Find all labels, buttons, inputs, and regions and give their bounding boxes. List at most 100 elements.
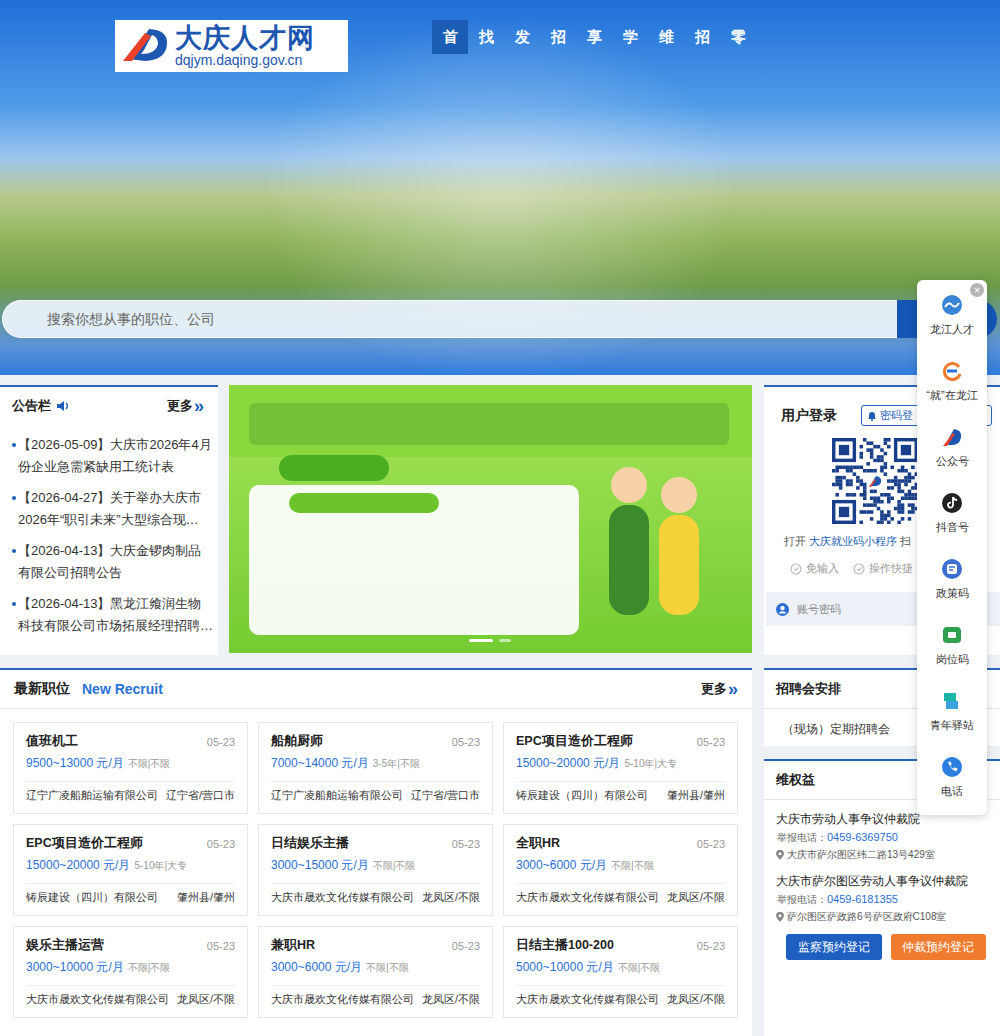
site-logo[interactable]: 大庆人才网dqjym.daqing.gov.cn: [115, 20, 348, 72]
icon-shape: [887, 493, 891, 497]
sidebar-icon: [941, 558, 963, 580]
icon-shape: [249, 485, 579, 635]
icon-shape: [894, 476, 898, 480]
icon-shape: [835, 469, 839, 473]
more-link[interactable]: 更多»: [701, 680, 738, 698]
icon-shape: [842, 476, 846, 480]
icon-shape: [887, 500, 891, 504]
office-phone: 举报电话：0459-6369750: [776, 831, 990, 845]
icon-shape: [901, 490, 905, 494]
notice-item[interactable]: 【2026-04-27】关于举办大庆市2026年“职引未来”大型综合现…: [12, 487, 214, 531]
icon-shape: [884, 472, 888, 476]
mini-program-link[interactable]: 大庆就业码小程序: [809, 534, 897, 549]
job-location: 辽宁省/营口市: [411, 789, 480, 803]
job-card[interactable]: 娱乐主播运营05-233000~10000 元/月不限|不限大庆市晟欢文化传媒有…: [13, 926, 248, 1018]
icon-shape: [856, 479, 860, 483]
notice-item[interactable]: 【2026-04-13】大庆金锣肉制品有限公司招聘公告: [12, 540, 214, 584]
icon-shape: [790, 563, 802, 575]
job-top: EPC项目造价工程师05-23: [26, 835, 235, 852]
icon-shape: [863, 438, 867, 442]
job-card[interactable]: EPC项目造价工程师05-2315000~20000 元/月5-10年|大专铸辰…: [503, 722, 738, 814]
icon-shape: [877, 521, 881, 524]
nav-item[interactable]: 找: [468, 20, 504, 54]
icon-shape: [853, 563, 865, 575]
icon-shape: [942, 295, 962, 315]
job-card[interactable]: 日结主播100-20005-235000~10000 元/月不限|不限大庆市晟欢…: [503, 926, 738, 1018]
close-button[interactable]: ×: [970, 283, 984, 297]
icon-shape: [911, 503, 915, 507]
sidebar-item[interactable]: 岗位码: [936, 624, 969, 690]
sidebar-item[interactable]: 政策码: [936, 558, 969, 624]
icon-shape: [846, 479, 850, 483]
notice-text: 【2026-04-27】关于举办大庆市2026年“职引未来”大型综合现…: [18, 487, 214, 531]
notice-title: 公告栏: [12, 397, 51, 415]
nav-item[interactable]: 招: [540, 20, 576, 54]
icon-shape: [945, 303, 959, 307]
qr-code: [832, 438, 918, 524]
icon-shape: [870, 441, 874, 445]
search-input[interactable]: [2, 300, 897, 338]
job-top: 船舶厨师05-23: [271, 733, 480, 750]
register-button[interactable]: 仲裁预约登记: [891, 934, 987, 960]
job-company: 大庆市晟欢文化传媒有限公司: [271, 891, 414, 905]
icon-shape: [839, 507, 849, 517]
nav-item[interactable]: 学: [612, 20, 648, 54]
icon-shape: [880, 459, 884, 463]
icon-shape: [944, 693, 956, 701]
job-card[interactable]: 全职HR05-233000~6000 元/月不限|不限大庆市晟欢文化传媒有限公司…: [503, 824, 738, 916]
phone-number[interactable]: 0459-6369750: [827, 831, 898, 843]
icon-shape: [884, 441, 888, 445]
icon-shape: [832, 469, 836, 473]
icon-shape: [661, 477, 697, 513]
icon-shape: [942, 757, 962, 777]
notice-item[interactable]: 【2026-05-09】大庆市2026年4月份企业急需紧缺用工统计表: [12, 434, 214, 478]
notice-item[interactable]: 【2026-04-13】黑龙江飨润生物科技有限公司市场拓展经理招聘…: [12, 593, 214, 637]
job-card[interactable]: 值班机工05-239500~13000 元/月不限|不限辽宁广凌船舶运输有限公司…: [13, 722, 248, 814]
more-text: 更多: [167, 397, 193, 415]
speaker-icon: [56, 400, 70, 412]
logo-url: dqjym.daqing.gov.cn: [175, 53, 315, 68]
icon-shape: [609, 505, 649, 615]
office-address: 大庆市萨尔图区纬二路13号429室: [776, 848, 990, 862]
middle-row: 公告栏 更多» 【2026-05-09】大庆市2026年4月份企业急需紧缺用工统计表…: [0, 385, 1000, 655]
nav-item[interactable]: 零: [720, 20, 756, 54]
icon-shape: [941, 294, 963, 316]
job-footer: 大庆市晟欢文化传媒有限公司龙凤区/不限: [26, 993, 235, 1007]
nav-item[interactable]: 享: [576, 20, 612, 54]
job-company: 铸辰建设（四川）有限公司: [516, 789, 648, 803]
sidebar-item[interactable]: 龙江人才: [930, 294, 974, 360]
nav-item[interactable]: 维: [648, 20, 684, 54]
nav-item[interactable]: 招: [684, 20, 720, 54]
nav-item[interactable]: 首: [432, 20, 468, 54]
sidebar-item[interactable]: “就”在龙江: [926, 360, 977, 426]
icon-shape: [791, 564, 801, 574]
sidebar-item[interactable]: 抖音号: [936, 492, 969, 558]
banner-image[interactable]: [229, 385, 752, 653]
icon-shape: [780, 605, 784, 609]
job-card[interactable]: 兼职HR05-233000~6000 元/月不限|不限大庆市晟欢文化传媒有限公司…: [258, 926, 493, 1018]
register-button[interactable]: 监察预约登记: [786, 934, 882, 960]
icon-shape: [911, 496, 915, 500]
icon-shape: [871, 419, 873, 421]
job-card[interactable]: EPC项目造价工程师05-2315000~20000 元/月5-10年|大专铸辰…: [13, 824, 248, 916]
nav-item[interactable]: 发: [504, 20, 540, 54]
card-divider: [271, 781, 480, 782]
more-link[interactable]: 更多»: [167, 397, 204, 415]
icon-shape: [856, 466, 860, 470]
sidebar-item[interactable]: 电话: [941, 756, 963, 822]
icon-shape: [860, 483, 864, 487]
sidebar-label: 龙江人才: [930, 322, 974, 337]
sidebar-item[interactable]: 公众号: [936, 426, 969, 492]
job-card[interactable]: 日结娱乐主播05-233000~15000 元/月不限|不限大庆市晟欢文化传媒有…: [258, 824, 493, 916]
phone-number[interactable]: 0459-6181355: [827, 893, 898, 905]
card-divider: [271, 883, 480, 884]
icon-shape: [887, 445, 891, 449]
mode-label: 密码登: [880, 408, 913, 423]
job-card[interactable]: 船舶厨师05-237000~14000 元/月3-5年|不限辽宁广凌船舶运输有限…: [258, 722, 493, 814]
icon-shape: [887, 514, 891, 518]
icon-shape: [877, 459, 881, 463]
icon-shape: [877, 455, 881, 459]
sidebar-item[interactable]: 青年驿站: [930, 690, 974, 756]
icon-shape: [887, 438, 891, 442]
login-title: 用户登录: [781, 407, 837, 425]
